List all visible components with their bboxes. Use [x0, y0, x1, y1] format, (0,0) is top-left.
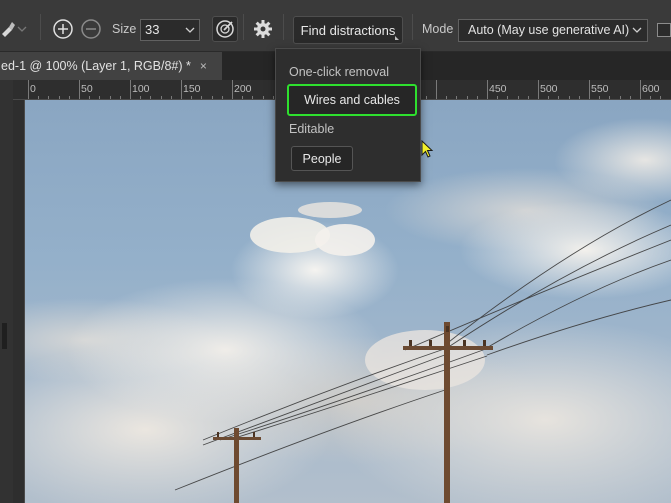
find-distractions-button[interactable]: Find distractions	[293, 16, 403, 44]
mode-select[interactable]: Auto (May use generative AI)	[458, 19, 648, 42]
ruler-tick	[487, 80, 488, 99]
ruler-tick	[28, 80, 29, 99]
size-label: Size	[112, 22, 137, 36]
mode-value: Auto (May use generative AI)	[468, 23, 630, 37]
people-button[interactable]: People	[291, 146, 353, 171]
ruler-label: 200	[234, 83, 252, 95]
tool-handle[interactable]	[2, 323, 7, 349]
add-to-selection-icon[interactable]	[50, 16, 76, 42]
document-tab[interactable]: ed-1 @ 100% (Layer 1, RGB/8#) * ×	[0, 52, 222, 80]
ruler-label: 100	[132, 83, 150, 95]
separator	[40, 14, 41, 40]
ruler-tick	[181, 80, 182, 99]
size-input[interactable]: 33	[140, 19, 184, 41]
brush-preset-chevron-icon[interactable]	[16, 24, 28, 34]
cursor-arrow-icon	[421, 140, 434, 158]
ruler-label: 500	[540, 83, 558, 95]
option-checkbox[interactable]	[657, 23, 671, 37]
find-distractions-label: Find distractions	[300, 22, 396, 38]
ruler-tick	[79, 80, 80, 99]
ruler-label: 50	[81, 83, 93, 95]
subtract-from-selection-icon[interactable]	[78, 16, 104, 42]
chevron-down-icon	[632, 27, 642, 33]
ruler-label: 600	[642, 83, 660, 95]
options-bar: Size 33 Find distractions Mode Auto (May…	[0, 0, 671, 52]
wires-and-cables-button[interactable]: Wires and cables	[287, 84, 417, 116]
ruler-label: 150	[183, 83, 201, 95]
ruler-tick	[232, 80, 233, 99]
people-label: People	[302, 151, 342, 166]
vertical-ruler	[13, 100, 25, 503]
section-header-one-click: One-click removal	[289, 65, 390, 79]
ruler-tick	[436, 80, 437, 99]
ruler-tick	[589, 80, 590, 99]
ruler-tick	[130, 80, 131, 99]
ruler-label: 0	[30, 83, 36, 95]
separator	[412, 14, 413, 40]
stylus-pressure-icon[interactable]	[212, 16, 238, 42]
section-header-editable: Editable	[289, 122, 335, 136]
close-icon[interactable]: ×	[200, 59, 207, 73]
size-dropdown-chevron-icon[interactable]	[182, 19, 200, 41]
settings-gear-icon[interactable]	[250, 16, 276, 42]
toolbar-strip	[0, 80, 13, 503]
ruler-label: 450	[489, 83, 507, 95]
mode-label: Mode	[422, 22, 454, 36]
separator	[283, 14, 284, 40]
document-tab-title: ed-1 @ 100% (Layer 1, RGB/8#) *	[1, 59, 191, 73]
ruler-tick	[640, 80, 641, 99]
separator	[243, 14, 244, 40]
wires-and-cables-label: Wires and cables	[304, 93, 400, 107]
ruler-tick	[538, 80, 539, 99]
find-distractions-popup: One-click removal Wires and cables Edita…	[275, 48, 421, 182]
dropdown-corner-icon	[395, 36, 399, 40]
ruler-label: 550	[591, 83, 609, 95]
